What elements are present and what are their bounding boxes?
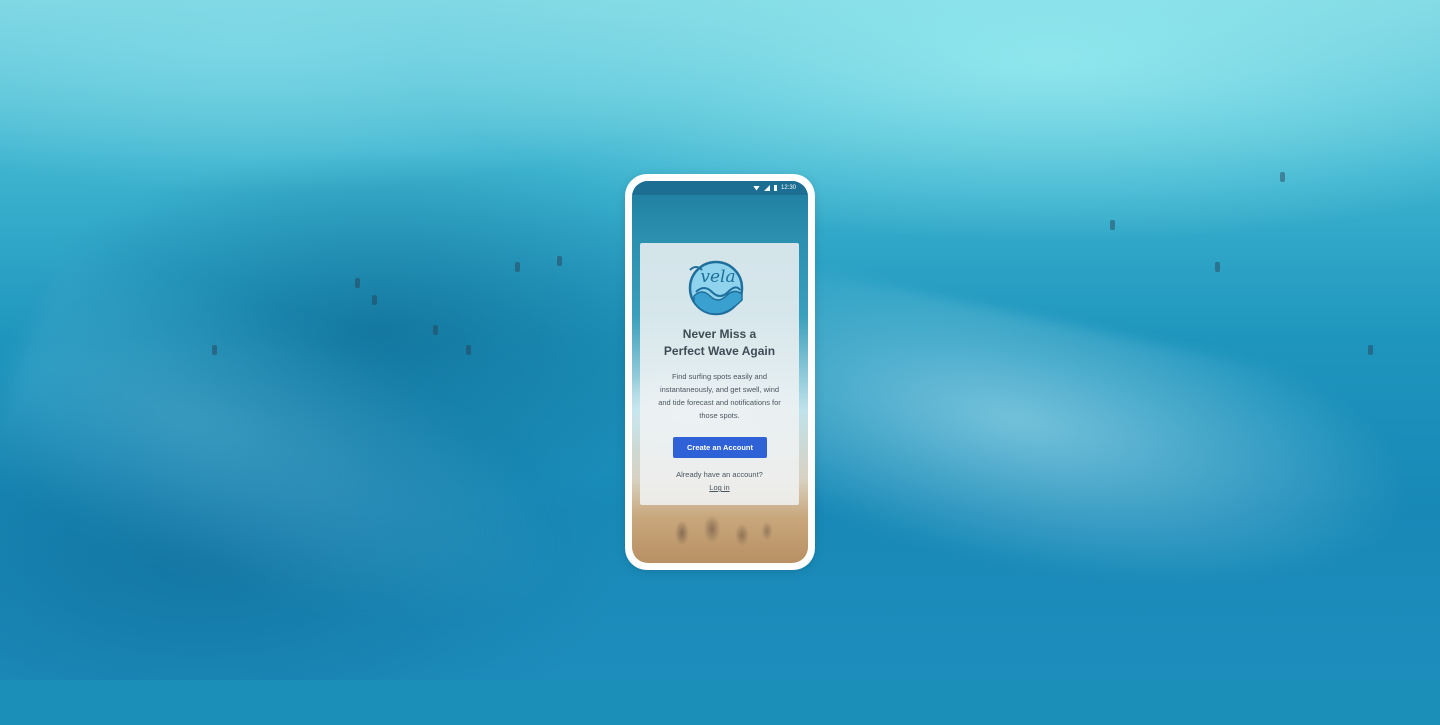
account-prompt: Already have an account? <box>676 470 763 479</box>
logo-wordmark: vela <box>700 267 735 287</box>
status-bar: 12:30 <box>632 181 808 195</box>
battery-icon <box>773 185 777 191</box>
background-surfer <box>1280 172 1285 182</box>
background-surfer <box>1215 262 1220 272</box>
background-surfer <box>1110 220 1115 230</box>
background-surfer <box>355 278 360 288</box>
title-line-1: Never Miss a <box>682 327 757 341</box>
create-account-button[interactable]: Create an Account <box>673 437 767 458</box>
description-text: Find surfing spots easily and instantane… <box>658 372 781 420</box>
phone-screen: 12:30 vela Never Miss a Perfect Wave Aga… <box>632 181 808 563</box>
phone-mockup: 12:30 vela Never Miss a Perfect Wave Aga… <box>625 174 815 570</box>
beach-rocks <box>662 503 782 553</box>
signal-icon <box>763 185 770 191</box>
login-link[interactable]: Log in <box>640 483 799 492</box>
background-surfer <box>557 256 562 266</box>
title-line-2: Perfect Wave Again <box>663 344 776 358</box>
background-surfer <box>466 345 471 355</box>
background-surfer <box>212 345 217 355</box>
wifi-icon <box>752 185 760 191</box>
background-surfer <box>1368 345 1373 355</box>
background-surfer <box>515 262 520 272</box>
status-time: 12:30 <box>780 185 796 191</box>
background-surfer <box>372 295 377 305</box>
background-wave-shadow <box>0 214 654 725</box>
vela-logo-icon: vela <box>688 260 744 316</box>
welcome-card: vela Never Miss a Perfect Wave Again Fin… <box>640 243 799 505</box>
background-surfer <box>433 325 438 335</box>
page-title: Never Miss a Perfect Wave Again <box>640 326 799 360</box>
